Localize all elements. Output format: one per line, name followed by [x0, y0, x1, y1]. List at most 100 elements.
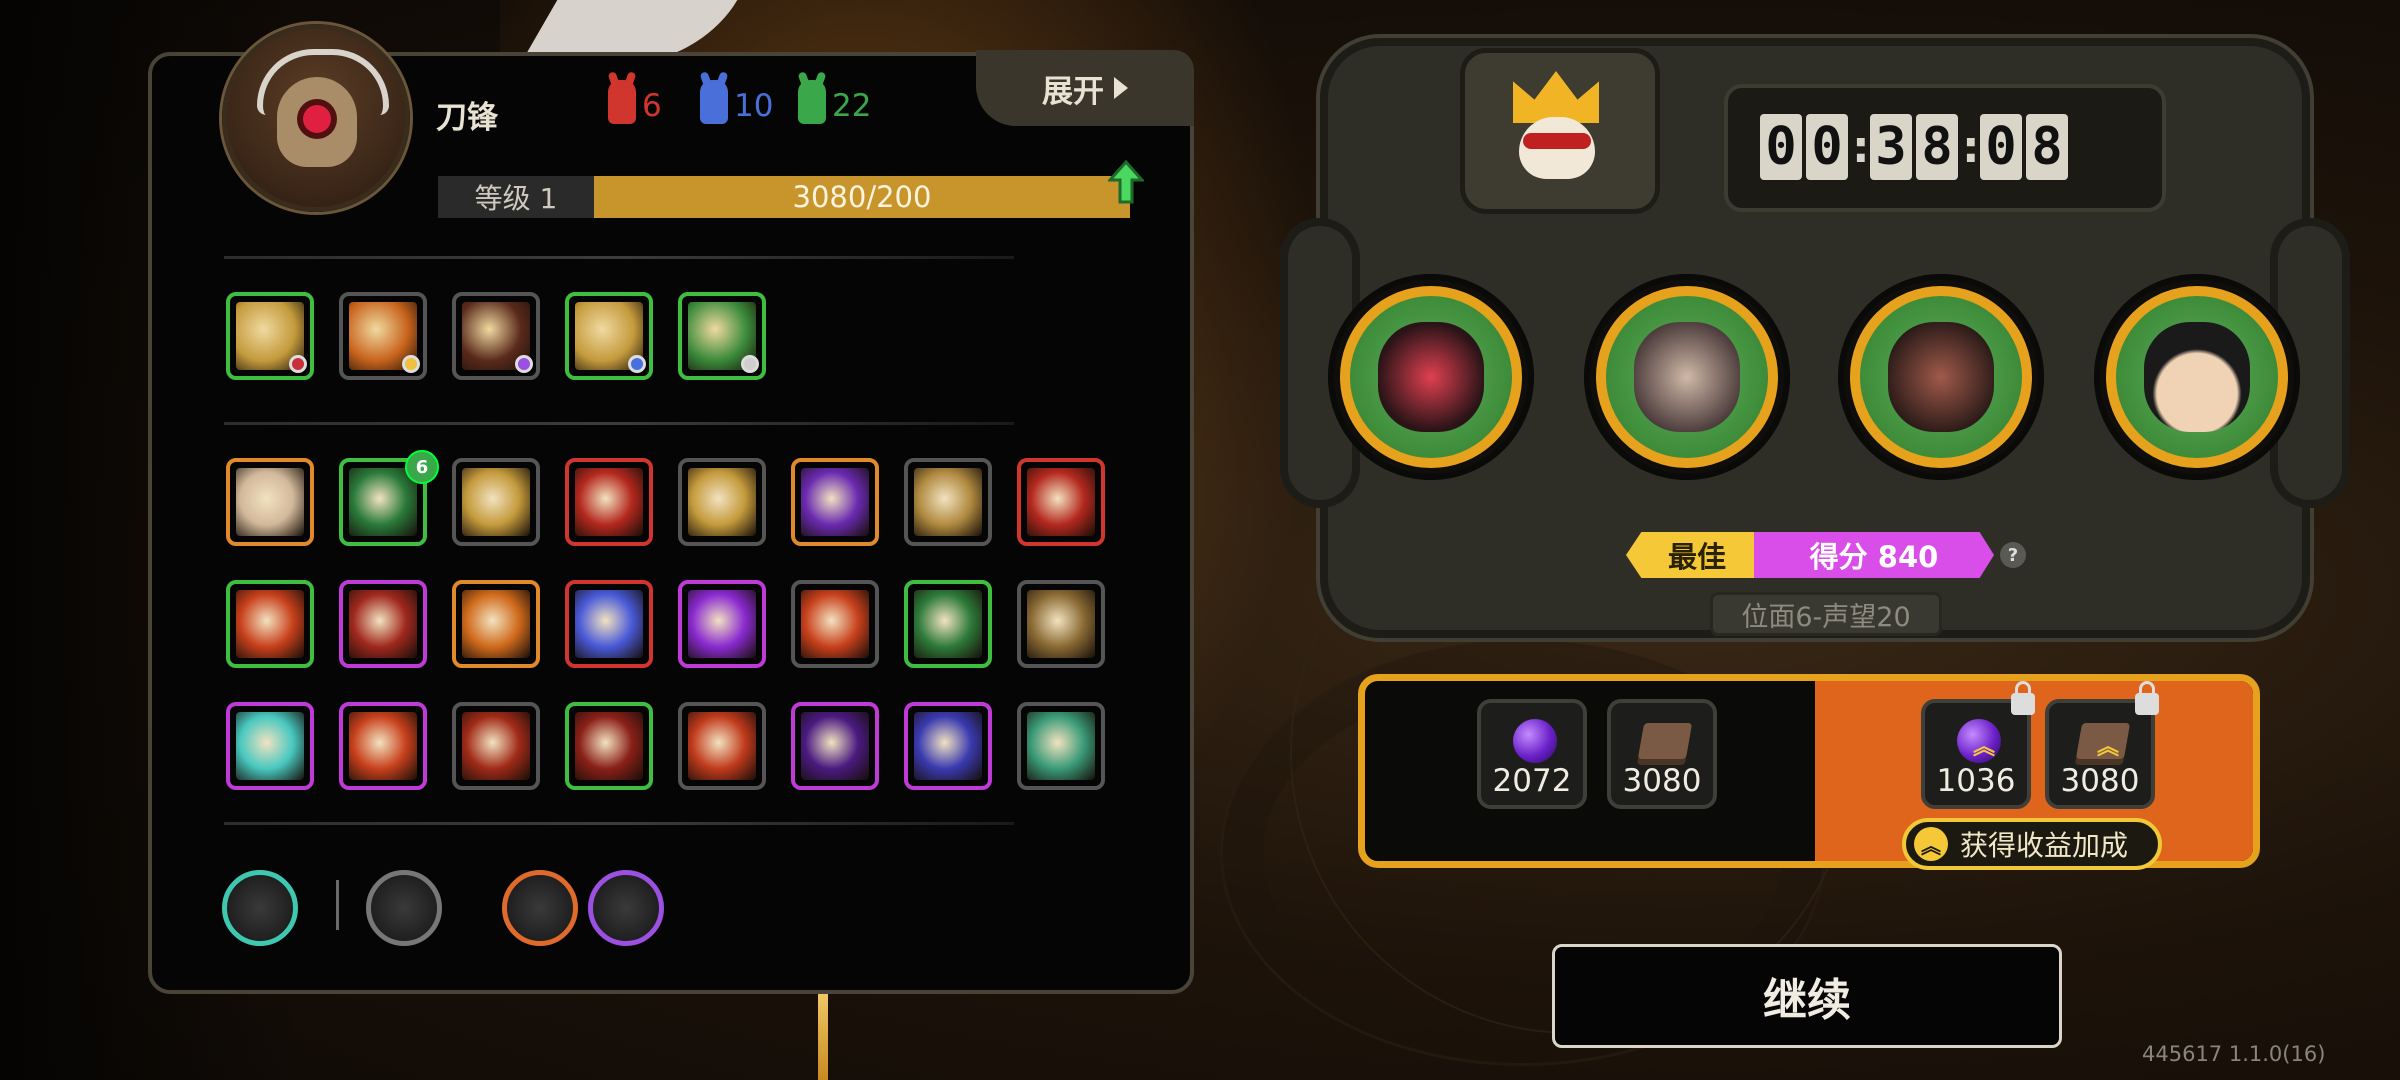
- armored-mask-icon: [1634, 322, 1740, 432]
- skill-art: [575, 712, 643, 780]
- golden-arrows-icon[interactable]: [339, 580, 427, 668]
- timer-digit: 0: [1806, 114, 1848, 180]
- continue-button[interactable]: 继续: [1552, 944, 2062, 1048]
- team-member-portrait[interactable]: [1838, 274, 2044, 480]
- get-bonus-button[interactable]: ︽ 获得收益加成: [1902, 818, 2162, 870]
- green-blade-icon[interactable]: [904, 580, 992, 668]
- purple-goo-icon[interactable]: [678, 580, 766, 668]
- bonus-reward-item[interactable]: ︽ 3080: [2045, 681, 2159, 809]
- elapsed-timer: 0 0 : 3 8 : 0 8: [1760, 114, 2068, 180]
- reward-value: 1036: [1936, 763, 2016, 799]
- skill-art: [236, 590, 304, 658]
- continue-label: 继续: [1763, 975, 1851, 1026]
- divider: [224, 256, 1014, 259]
- fire-claw-icon[interactable]: [226, 580, 314, 668]
- masked-ninja-icon[interactable]: [565, 580, 653, 668]
- slash-icon[interactable]: [565, 458, 653, 546]
- resource-counter: 10: [700, 80, 773, 124]
- team-member-portrait[interactable]: [2094, 274, 2300, 480]
- realm-label: 位面6-声望20: [1710, 592, 1942, 636]
- skill-art: [349, 590, 417, 658]
- scorpion-icon[interactable]: [366, 870, 442, 946]
- resource-value: 10: [734, 88, 774, 124]
- team-member-portrait[interactable]: [1584, 274, 1790, 480]
- double-slash-icon[interactable]: [1017, 458, 1105, 546]
- version-label: 445617 1.1.0(16): [2142, 1042, 2326, 1066]
- glasses-icon: [1523, 133, 1591, 149]
- thorn-ring-icon[interactable]: [904, 702, 992, 790]
- flame-aura-skill-icon[interactable]: [339, 292, 427, 380]
- telescope-icon[interactable]: [222, 870, 298, 946]
- star-burst-icon[interactable]: [226, 702, 314, 790]
- hero-name: 刀锋: [436, 100, 498, 136]
- sunrise-icon[interactable]: [904, 458, 992, 546]
- timer-digit: 8: [2026, 114, 2068, 180]
- purple-heart-icon[interactable]: [588, 870, 664, 946]
- orange-check-icon[interactable]: [502, 870, 578, 946]
- purple-fist-icon[interactable]: [791, 702, 879, 790]
- xp-text: 3080/200: [792, 180, 932, 214]
- skill-art: [688, 712, 756, 780]
- hero-eye: [303, 105, 331, 133]
- hero-avatar[interactable]: [222, 24, 410, 212]
- get-bonus-label: 获得收益加成: [1960, 829, 2129, 862]
- level-up-arrow-icon[interactable]: [1108, 160, 1144, 204]
- fire-spirit-icon[interactable]: [452, 580, 540, 668]
- pointing-hand-icon[interactable]: [678, 702, 766, 790]
- element-gem-icon: [402, 355, 420, 373]
- arrow-volley-icon[interactable]: [565, 702, 653, 790]
- red-horn-icon: [608, 80, 636, 124]
- skill-art: [688, 590, 756, 658]
- expand-button[interactable]: 展开: [976, 50, 1194, 126]
- timer-digit: 3: [1870, 114, 1912, 180]
- resource-value: 6: [642, 88, 662, 124]
- claw-skill-icon[interactable]: [226, 292, 314, 380]
- target-skill-icon[interactable]: [452, 292, 540, 380]
- reward-item[interactable]: 2072: [1477, 699, 1587, 809]
- blade-totem-skill-icon[interactable]: [565, 292, 653, 380]
- skill-art: [801, 468, 869, 536]
- skill-art: [1027, 712, 1095, 780]
- green-scarab-skill-icon[interactable]: [678, 292, 766, 380]
- element-gem-icon: [515, 355, 533, 373]
- resource-counter: 22: [798, 80, 871, 124]
- gear-emblem-icon[interactable]: [226, 458, 314, 546]
- lock-icon: [2011, 681, 2035, 715]
- purple-smoke-icon[interactable]: [791, 458, 879, 546]
- flame-hand-icon[interactable]: [791, 580, 879, 668]
- play-arrow-icon: [1114, 77, 1128, 99]
- red-insect-face-icon: [1378, 322, 1484, 432]
- blue-horn-icon: [700, 80, 728, 124]
- skill-art: [914, 712, 982, 780]
- purple-orb-icon: [1513, 719, 1557, 763]
- timer-digit: 8: [1916, 114, 1958, 180]
- score-value: 得分 840: [1754, 532, 1994, 578]
- fire-orb-icon[interactable]: [339, 702, 427, 790]
- skill-art: [349, 712, 417, 780]
- skill-art: [236, 468, 304, 536]
- skill-art: [1027, 590, 1095, 658]
- green-spear-icon[interactable]: [1017, 702, 1105, 790]
- boost-chevron-icon: ︽: [2097, 735, 2120, 760]
- team-member-portrait[interactable]: [1328, 274, 1534, 480]
- gold-seal-icon[interactable]: [1017, 580, 1105, 668]
- book-icon: [1637, 723, 1693, 759]
- timer-colon: :: [1962, 121, 1980, 173]
- skill-art: [914, 468, 982, 536]
- xp-bar: 3080/200: [594, 176, 1130, 218]
- element-gem-icon: [289, 355, 307, 373]
- chain-link-icon[interactable]: [678, 458, 766, 546]
- resource-value: 22: [832, 88, 872, 124]
- reward-value: 2072: [1492, 763, 1572, 799]
- reward-item[interactable]: 3080: [1607, 699, 1717, 809]
- help-icon[interactable]: ?: [2000, 542, 2026, 568]
- resource-counter: 6: [608, 80, 662, 124]
- skill-art: [914, 590, 982, 658]
- skill-art: [1027, 468, 1095, 536]
- skill-art: [349, 468, 417, 536]
- separator: [336, 880, 339, 930]
- skill-art: [575, 590, 643, 658]
- fire-wall-icon[interactable]: [452, 702, 540, 790]
- lightning-strike-icon[interactable]: [452, 458, 540, 546]
- bonus-reward-item[interactable]: ︽ 1036: [1921, 681, 2035, 809]
